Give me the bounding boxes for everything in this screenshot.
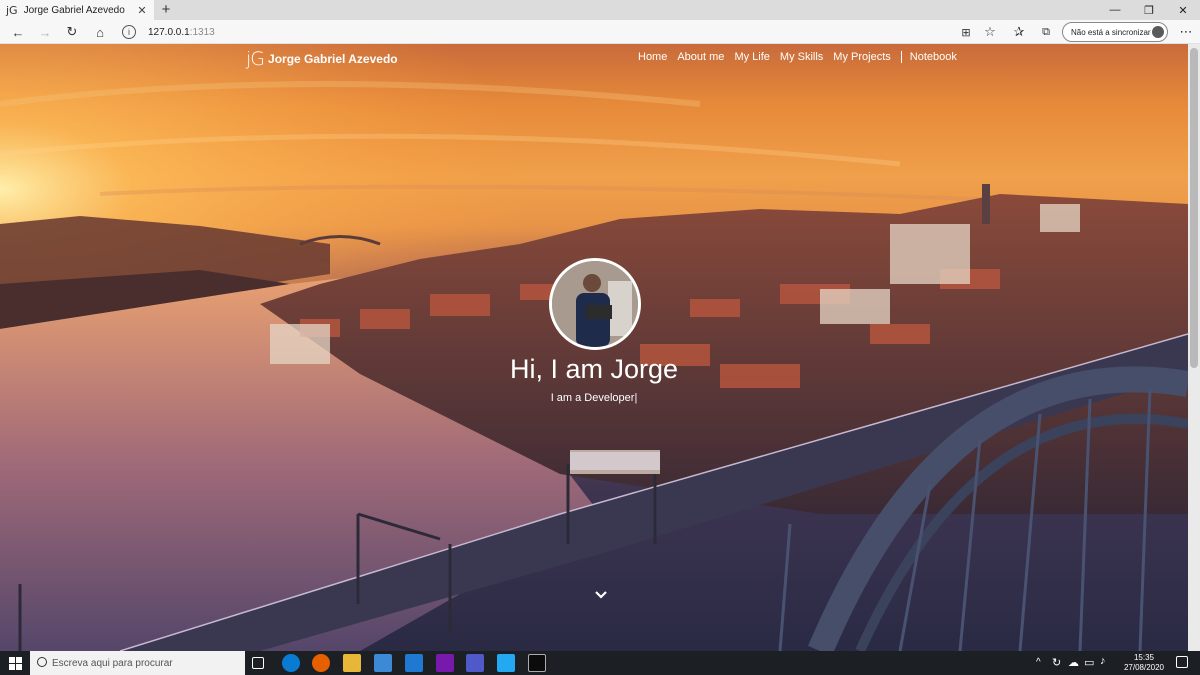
hero-subtitle: I am a Developer|	[550, 392, 638, 404]
site-brand[interactable]: jG Jorge Gabriel Azevedo	[246, 48, 398, 70]
sync-profile-button[interactable]: Não está a sincronizar	[1062, 22, 1168, 42]
terminal-icon[interactable]	[528, 654, 546, 672]
onenote-icon[interactable]	[436, 654, 454, 672]
volume-icon[interactable]: ♪	[1100, 655, 1106, 667]
favicon-icon: jG	[6, 3, 18, 17]
read-aloud-icon[interactable]: ⊞	[956, 22, 976, 42]
microsoft-store-icon[interactable]	[374, 654, 392, 672]
search-icon	[37, 657, 47, 667]
vscode-icon[interactable]	[497, 654, 515, 672]
url-host: 127.0.0.1	[148, 26, 190, 38]
new-tab-button[interactable]: +	[158, 2, 174, 18]
tray-expand-icon[interactable]: ^	[1036, 657, 1041, 668]
cloud-tray-icon[interactable]: ☁	[1068, 656, 1079, 669]
nav-my-life[interactable]: My Life	[734, 51, 769, 63]
close-window-button[interactable]: ✕	[1166, 0, 1200, 20]
restore-button[interactable]: ❐	[1132, 0, 1166, 20]
edge-browser-icon[interactable]	[282, 654, 300, 672]
favorite-star-icon[interactable]: ☆	[980, 22, 1000, 42]
home-button[interactable]: ⌂	[90, 22, 110, 42]
windows-taskbar: Escreva aqui para procurar ^ ↻ ☁ ▭ ♪ 15:…	[0, 651, 1200, 675]
network-icon[interactable]: ▭	[1084, 656, 1094, 669]
sync-tray-icon[interactable]: ↻	[1052, 656, 1061, 669]
clock-date: 27/08/2020	[1123, 663, 1165, 672]
task-view-icon[interactable]	[252, 657, 264, 669]
scroll-down-chevron-icon[interactable]	[594, 588, 608, 602]
nav-about-me[interactable]: About me	[677, 51, 724, 63]
page-scrollbar[interactable]	[1188, 44, 1200, 651]
nav-home[interactable]: Home	[638, 51, 667, 63]
browser-toolbar: ← → ↻ ⌂ i 127.0.0.1:1313 ⊞ ☆ ✰ ⧉ Não est…	[0, 20, 1200, 44]
minimize-button[interactable]: —	[1098, 0, 1132, 20]
brand-name: Jorge Gabriel Azevedo	[268, 52, 398, 66]
search-placeholder: Escreva aqui para procurar	[52, 657, 173, 669]
site-menu: Home About me My Life My Skills My Proje…	[638, 51, 967, 63]
scrollbar-thumb[interactable]	[1190, 48, 1198, 368]
mail-icon[interactable]	[405, 654, 423, 672]
firefox-icon[interactable]	[312, 654, 330, 672]
nav-notebook[interactable]: Notebook	[900, 51, 957, 63]
brand-logo: jG	[246, 48, 265, 70]
site-info-icon[interactable]: i	[122, 25, 136, 39]
windows-logo-icon	[8, 656, 22, 670]
notification-center-icon[interactable]	[1176, 656, 1188, 668]
collections-icon[interactable]: ⧉	[1036, 22, 1056, 42]
start-button[interactable]	[0, 651, 30, 675]
teams-icon[interactable]	[466, 654, 484, 672]
tab-title: Jorge Gabriel Azevedo	[23, 4, 125, 16]
browser-tab[interactable]: jG Jorge Gabriel Azevedo ✕	[0, 0, 154, 20]
sync-label: Não está a sincronizar	[1071, 27, 1151, 37]
taskbar-search-box[interactable]: Escreva aqui para procurar	[30, 651, 245, 675]
tab-bar: jG Jorge Gabriel Azevedo ✕ + — ❐ ✕	[0, 0, 1200, 20]
clock-time: 15:35	[1133, 653, 1155, 662]
menu-dots-icon[interactable]: ⋯	[1176, 22, 1196, 42]
hero-greeting: Hi, I am Jorge	[509, 354, 679, 384]
refresh-button[interactable]: ↻	[62, 22, 82, 42]
nav-my-projects[interactable]: My Projects	[833, 51, 890, 63]
profile-avatar	[1151, 25, 1165, 39]
profile-photo	[549, 258, 641, 350]
nav-my-skills[interactable]: My Skills	[780, 51, 823, 63]
favorites-icon[interactable]: ✰	[1009, 22, 1029, 42]
tab-close-icon[interactable]: ✕	[136, 4, 148, 17]
site-navbar: jG Jorge Gabriel Azevedo Home About me M…	[0, 44, 1188, 70]
taskbar-clock[interactable]: 15:35 27/08/2020	[1118, 653, 1170, 673]
address-bar[interactable]: i 127.0.0.1:1313	[118, 22, 1008, 42]
hero-section: jG Jorge Gabriel Azevedo Home About me M…	[0, 44, 1188, 651]
url-port: :1313	[189, 26, 215, 38]
forward-button[interactable]: →	[35, 22, 55, 42]
file-explorer-icon[interactable]	[343, 654, 361, 672]
back-button[interactable]: ←	[8, 22, 28, 42]
